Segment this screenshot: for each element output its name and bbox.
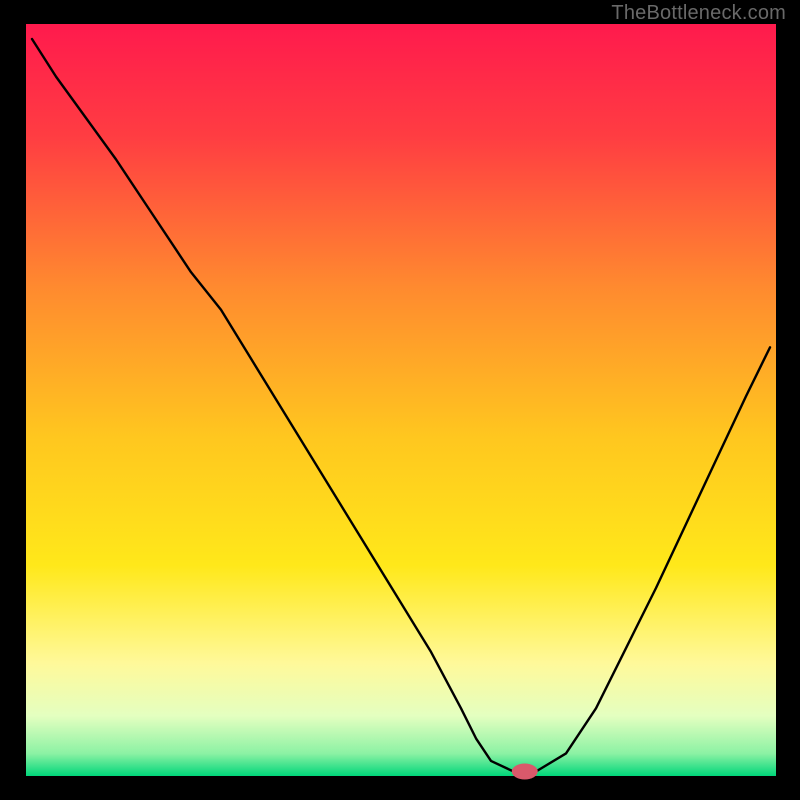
bottleneck-chart (0, 0, 800, 800)
optimal-point-marker (512, 763, 538, 779)
chart-frame: { "attribution": "TheBottleneck.com", "c… (0, 0, 800, 800)
chart-background (26, 24, 776, 776)
